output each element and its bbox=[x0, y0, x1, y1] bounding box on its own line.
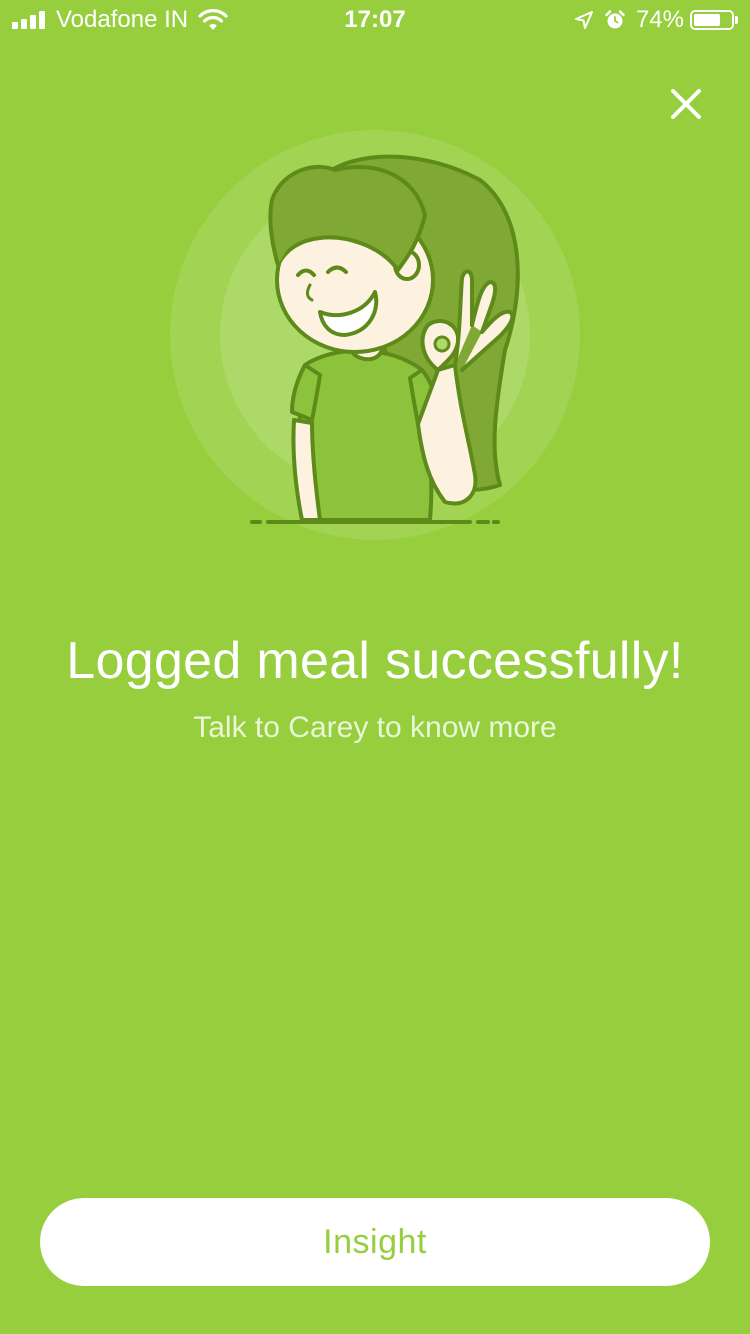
close-button[interactable] bbox=[662, 80, 710, 128]
success-title: Logged meal successfully! bbox=[66, 632, 684, 690]
location-arrow-icon bbox=[574, 11, 593, 29]
battery-percent: 74% bbox=[635, 6, 684, 33]
battery-icon bbox=[690, 10, 734, 30]
alarm-icon bbox=[605, 10, 625, 29]
status-bar-right: 74% bbox=[564, 6, 738, 34]
battery-level-fill bbox=[694, 14, 720, 26]
insight-button[interactable]: Insight bbox=[40, 1198, 710, 1286]
battery-tip bbox=[735, 16, 738, 24]
success-subtitle: Talk to Carey to know more bbox=[193, 711, 557, 744]
close-icon bbox=[671, 89, 701, 119]
woman-ok-gesture-illustration bbox=[170, 130, 580, 540]
status-bar: Vodafone IN 17:07 74% bbox=[0, 0, 750, 40]
